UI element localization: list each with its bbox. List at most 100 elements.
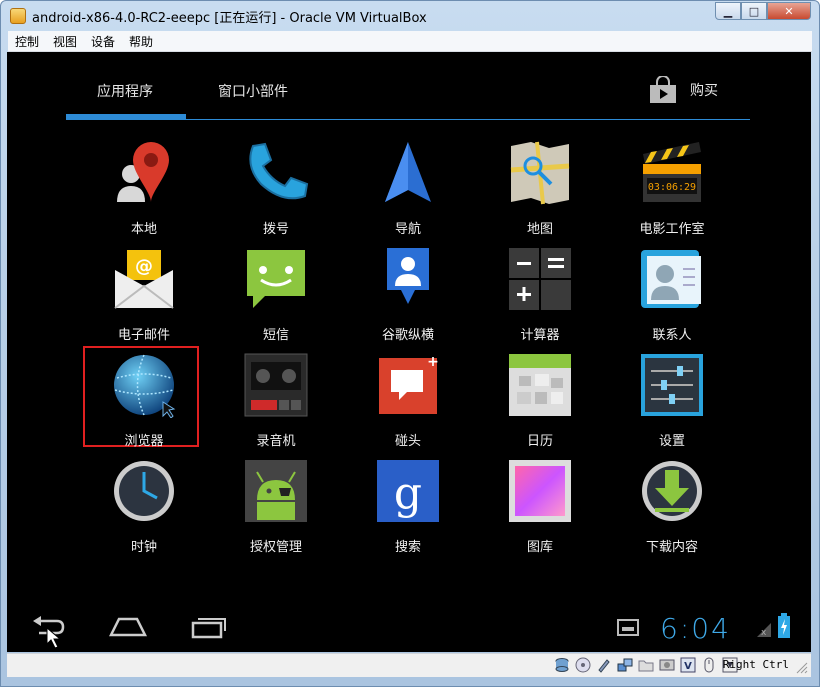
optical-drive-icon[interactable] [575,657,591,673]
app-label: 搜索 [394,540,421,555]
window-title: android-x86-4.0-RC2-eeepc [正在运行] - Oracl… [32,11,427,26]
app-label: 拨号 [262,222,289,237]
maximize-button[interactable]: □ [741,2,767,20]
tab-divider [66,119,750,120]
mouse-integration-icon[interactable] [701,657,717,673]
shop-button[interactable]: 购买 [648,76,718,104]
virtualbox-app-icon [10,8,26,24]
app-settings[interactable]: 设置 [607,352,737,452]
app-superuser[interactable]: 授权管理 [211,458,341,558]
usb-pen-icon[interactable] [596,657,612,673]
browser-globe-icon [114,354,176,418]
app-calculator[interactable]: 计算器 [475,246,605,346]
app-messaging[interactable]: 短信 [211,246,341,346]
app-navigation[interactable]: 导航 [343,140,473,240]
app-label: 设置 [658,434,685,449]
menu-devices[interactable]: 设备 [84,33,122,50]
app-label: 浏览器 [124,434,164,449]
menu-help[interactable]: 帮助 [122,33,160,50]
contacts-icon [641,250,701,308]
shared-folder-icon[interactable] [638,657,654,673]
app-label: 短信 [262,328,289,343]
shop-label: 购买 [690,83,718,99]
svg-text:+: + [427,354,439,370]
google-search-icon: g [377,460,439,522]
close-button[interactable]: ✕ [767,2,811,20]
android-nav-bar: 6:04 x [7,607,811,652]
title-bar: android-x86-4.0-RC2-eeepc [正在运行] - Oracl… [1,1,819,31]
chat-bubble-icon [247,250,305,308]
app-label: 联系人 [652,328,692,343]
virtualbox-status-bar: V Right Ctrl [7,653,811,677]
app-label: 电影工作室 [639,222,705,237]
app-label: 授权管理 [249,540,302,555]
screen-record-icon[interactable] [659,657,675,673]
hard-disk-icon[interactable] [554,657,570,673]
android-superuser-icon [245,460,307,522]
app-search[interactable]: g 搜索 [343,458,473,558]
tab-apps[interactable]: 应用程序 [97,81,153,101]
calculator-icon [509,248,571,310]
menu-view[interactable]: 视图 [46,33,84,50]
calendar-icon [509,354,571,416]
shopping-bag-icon [650,76,676,103]
app-downloads[interactable]: 下载内容 [607,458,737,558]
menu-control[interactable]: 控制 [8,33,46,50]
device-indicators: V [554,657,743,673]
app-label: 电子邮件 [117,328,170,343]
menu-bar: 控制 视图 设备 帮助 [8,31,812,52]
sound-recorder-icon [244,353,308,417]
app-label: 计算器 [520,328,560,343]
app-talk[interactable]: + 碰头 [343,352,473,452]
svg-text:V: V [684,661,692,672]
map-icon [510,141,570,205]
app-calendar[interactable]: 日历 [475,352,605,452]
screen-notification-icon[interactable] [617,617,639,637]
app-email[interactable]: @ 电子邮件 [79,246,209,346]
home-button[interactable] [109,615,147,639]
app-label: 日历 [526,434,553,449]
gallery-icon [509,460,571,522]
app-clock[interactable]: 时钟 [79,458,209,558]
app-label: 地图 [526,222,553,237]
android-screen: 应用程序 窗口小部件 购买 本地 拨号 导航 地图 03:06:29 电影工作室… [7,52,811,652]
app-label: 时钟 [130,540,157,555]
app-movie-studio[interactable]: 03:06:29 电影工作室 [607,140,737,240]
app-label: 录音机 [256,434,296,449]
app-label: 下载内容 [645,540,698,555]
tab-widgets[interactable]: 窗口小部件 [218,81,288,101]
app-gallery[interactable]: 图库 [475,458,605,558]
status-clock[interactable]: 6:04 [660,612,731,645]
navigation-arrow-icon [385,142,431,202]
svg-text:@: @ [135,256,153,277]
vt-x-icon[interactable]: V [680,657,696,673]
signal-icon: x [757,623,771,638]
window-controls: ▁ □ ✕ [715,2,811,20]
clapperboard-icon: 03:06:29 [643,142,701,202]
battery-charging-icon [778,613,790,638]
network-icon[interactable] [617,657,633,673]
svg-text:x: x [761,628,767,638]
app-latitude[interactable]: 谷歌纵横 [343,246,473,346]
phone-handset-icon [249,142,309,200]
app-phone[interactable]: 拨号 [211,140,341,240]
talk-bubble-icon: + [379,354,439,414]
host-key-label: Right Ctrl [722,658,789,671]
app-label: 导航 [394,222,421,237]
mouse-cursor-icon [46,627,62,649]
app-local[interactable]: 本地 [79,140,209,240]
app-contacts[interactable]: 联系人 [607,246,737,346]
maps-local-pin-icon [117,142,169,202]
app-label: 碰头 [394,434,421,449]
settings-sliders-icon [641,354,703,416]
minimize-button[interactable]: ▁ [715,2,741,20]
app-browser[interactable]: 浏览器 [79,352,209,452]
launcher-tabs: 应用程序 窗口小部件 购买 [7,52,811,122]
app-sound-recorder[interactable]: 录音机 [211,352,341,452]
svg-text:g: g [394,468,422,519]
app-maps[interactable]: 地图 [475,140,605,240]
clock-icon [114,461,174,521]
resize-grip-icon[interactable] [796,662,808,674]
recent-apps-button[interactable] [191,615,227,639]
latitude-person-icon [387,248,429,304]
